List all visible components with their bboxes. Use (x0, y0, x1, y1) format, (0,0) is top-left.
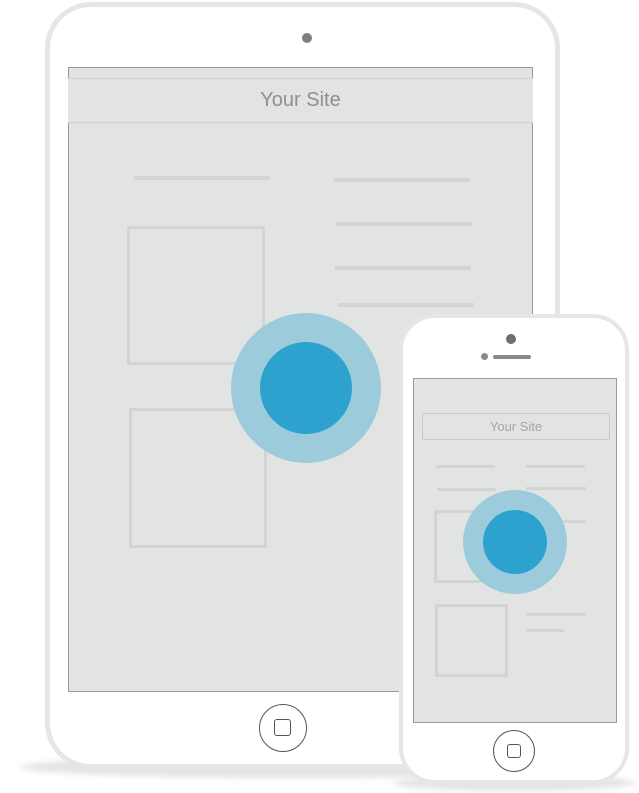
tablet-text-line (338, 303, 474, 307)
tablet-text-line (134, 176, 270, 180)
phone-text-line (526, 465, 585, 468)
tablet-site-header: Your Site (68, 78, 533, 123)
phone-site-title: Your Site (489, 419, 543, 434)
phone-image-placeholder (435, 604, 508, 677)
tablet-text-line (336, 222, 472, 226)
phone-home-button-icon (507, 744, 521, 758)
tablet-text-line (334, 178, 470, 182)
tablet-touch-point (260, 342, 352, 434)
phone-touch-point (483, 510, 547, 574)
phone-text-line (437, 488, 496, 491)
tablet-camera-icon (302, 33, 312, 43)
phone-text-line (526, 629, 564, 632)
phone-sensor-icon (481, 353, 488, 360)
phone-site-header: Your Site (422, 413, 610, 440)
phone-camera-icon (506, 334, 516, 344)
tablet-site-title: Your Site (260, 89, 341, 111)
phone-text-line (436, 465, 495, 468)
tablet-home-button-icon (274, 719, 291, 736)
phone-text-line (526, 613, 586, 616)
tablet-text-line (335, 266, 471, 270)
phone-speaker (493, 355, 531, 359)
phone-text-line (526, 487, 586, 490)
